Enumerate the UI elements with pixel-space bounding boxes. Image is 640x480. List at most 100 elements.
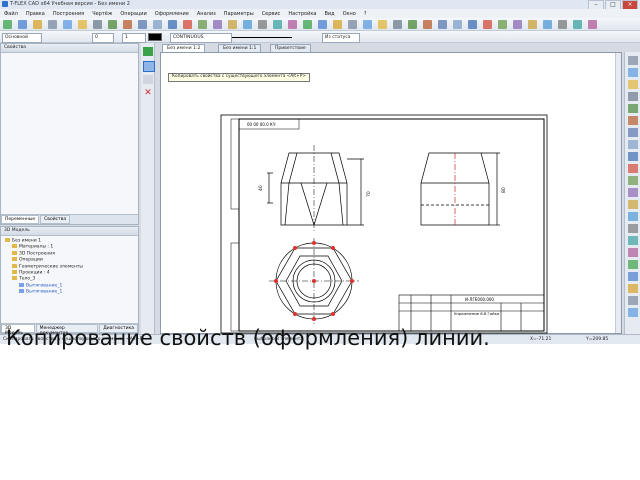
tree-item[interactable]: Вытягивание_1 <box>19 289 62 295</box>
side-stamp-bottom <box>230 242 240 332</box>
menu-item[interactable]: Операции <box>120 11 146 17</box>
toolbar-tool-icon[interactable] <box>543 20 552 29</box>
toolbar-tool-icon[interactable] <box>108 20 117 29</box>
view-tool-icon[interactable] <box>628 308 638 317</box>
menu-item[interactable]: Вид <box>324 11 334 17</box>
toolbar-tool-icon[interactable] <box>363 20 372 29</box>
tree-item[interactable]: 3D Построения <box>12 250 55 256</box>
view-tool-icon[interactable] <box>628 284 638 293</box>
menu-item[interactable]: Окно <box>343 11 356 17</box>
view-tool-icon[interactable] <box>628 68 638 77</box>
toolbar-tool-icon[interactable] <box>288 20 297 29</box>
menu-item[interactable]: Построения <box>53 11 84 17</box>
tree-item[interactable]: Геометрические элементы <box>12 263 83 269</box>
tree-item[interactable]: Материалы : 1 <box>12 244 53 250</box>
menu-item[interactable]: Параметры <box>224 11 254 17</box>
view-tool-icon[interactable] <box>628 176 638 185</box>
toolbar-tool-icon[interactable] <box>168 20 177 29</box>
view-tool-icon[interactable] <box>628 56 638 65</box>
menu-item[interactable]: Оформление <box>155 11 189 17</box>
folder-icon <box>12 270 17 274</box>
view-tool-icon[interactable] <box>628 116 638 125</box>
toolbar-tool-icon[interactable] <box>468 20 477 29</box>
tab-properties[interactable]: Свойства <box>40 215 71 224</box>
toolbar-tool-icon[interactable] <box>153 20 162 29</box>
toolbar-tool-icon[interactable] <box>213 20 222 29</box>
toolbar-tool-icon[interactable] <box>93 20 102 29</box>
toolbar-tool-icon[interactable] <box>318 20 327 29</box>
toolbar-tool-icon[interactable] <box>183 20 192 29</box>
toolbar-tool-icon[interactable] <box>258 20 267 29</box>
toolbar-tool-icon[interactable] <box>513 20 522 29</box>
layer-combo[interactable]: Основной <box>2 33 42 43</box>
color-swatch[interactable] <box>148 33 162 41</box>
view-tool-icon[interactable] <box>628 80 638 89</box>
toolbar-tool-icon[interactable] <box>393 20 402 29</box>
toolbar-tool-icon[interactable] <box>138 20 147 29</box>
menu-item[interactable]: Настройка <box>288 11 316 17</box>
tree-item[interactable]: Тело_3 <box>12 276 35 282</box>
toolbar-tool-icon[interactable] <box>48 20 57 29</box>
menu-item[interactable]: Файл <box>4 11 18 17</box>
toolbar-tool-icon[interactable] <box>228 20 237 29</box>
view-tool-icon[interactable] <box>628 260 638 269</box>
copy-properties-icon[interactable] <box>143 61 155 72</box>
options-icon[interactable] <box>143 75 153 84</box>
width-combo[interactable]: 0 <box>92 33 114 43</box>
toolbar-tool-icon[interactable] <box>423 20 432 29</box>
cancel-icon[interactable]: ✕ <box>143 89 153 98</box>
menu-item[interactable]: ? <box>364 11 367 17</box>
tree-item[interactable]: Проекции : 4 <box>12 270 50 276</box>
view-tool-icon[interactable] <box>628 152 638 161</box>
toolbar-tool-icon[interactable] <box>63 20 72 29</box>
toolbar-tool-icon[interactable] <box>453 20 462 29</box>
toolbar-tool-icon[interactable] <box>558 20 567 29</box>
view-tool-icon[interactable] <box>628 128 638 137</box>
toolbar-tool-icon[interactable] <box>273 20 282 29</box>
toolbar-tool-icon[interactable] <box>528 20 537 29</box>
toolbar-tool-icon[interactable] <box>33 20 42 29</box>
view-tool-icon[interactable] <box>628 188 638 197</box>
menu-item[interactable]: Сервис <box>262 11 281 17</box>
vertical-scrollbar[interactable] <box>615 53 621 333</box>
view-tool-icon[interactable] <box>628 104 638 113</box>
menu-item[interactable]: Правка <box>26 11 45 17</box>
view-tool-icon[interactable] <box>628 140 638 149</box>
toolbar-tool-icon[interactable] <box>303 20 312 29</box>
tree-item[interactable]: Вытягивание_1 <box>19 282 62 288</box>
toolbar-tool-icon[interactable] <box>378 20 387 29</box>
ok-icon[interactable] <box>143 47 153 56</box>
view-tool-icon[interactable] <box>628 164 638 173</box>
view-tool-icon[interactable] <box>628 272 638 281</box>
toolbar-tool-icon[interactable] <box>573 20 582 29</box>
view-tool-icon[interactable] <box>628 296 638 305</box>
view-tool-icon[interactable] <box>628 200 638 209</box>
toolbar-tool-icon[interactable] <box>333 20 342 29</box>
toolbar-tool-icon[interactable] <box>243 20 252 29</box>
toolbar-tool-icon[interactable] <box>408 20 417 29</box>
status-combo[interactable]: Из статуса <box>322 33 360 43</box>
toolbar-tool-icon[interactable] <box>588 20 597 29</box>
view-tool-icon[interactable] <box>628 92 638 101</box>
toolbar-tool-icon[interactable] <box>3 20 12 29</box>
toolbar-tool-icon[interactable] <box>348 20 357 29</box>
toolbar-tool-icon[interactable] <box>18 20 27 29</box>
toolbar-tool-icon[interactable] <box>498 20 507 29</box>
toolbar-tool-icon[interactable] <box>483 20 492 29</box>
view-tool-icon[interactable] <box>628 224 638 233</box>
linetype-combo[interactable]: CONTINUOUS <box>170 33 232 43</box>
menu-item[interactable]: Чертёж <box>92 11 112 17</box>
view-tool-icon[interactable] <box>628 212 638 221</box>
view-tool-icon[interactable] <box>628 236 638 245</box>
tree-item[interactable]: Операции <box>12 257 43 263</box>
tab-variables[interactable]: Переменные <box>1 215 40 224</box>
scale-combo[interactable]: 1 <box>122 33 146 43</box>
toolbar-tool-icon[interactable] <box>123 20 132 29</box>
view-tool-icon[interactable] <box>628 248 638 257</box>
toolbar-tool-icon[interactable] <box>438 20 447 29</box>
toolbar-tool-icon[interactable] <box>78 20 87 29</box>
menu-item[interactable]: Анализ <box>197 11 216 17</box>
tree-item[interactable]: Без имени 1 <box>5 238 41 244</box>
drawing-canvas[interactable]: 00 00 00.0 КЧ 40 70 80 И-ЛГЕ000.000 Упра… <box>160 52 622 334</box>
toolbar-tool-icon[interactable] <box>198 20 207 29</box>
